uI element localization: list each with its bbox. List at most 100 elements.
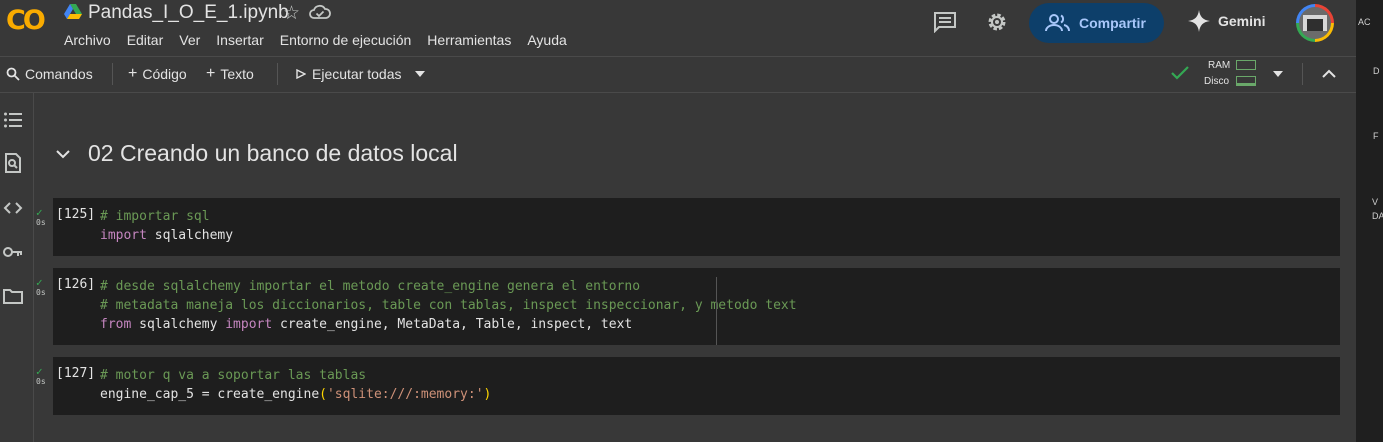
caret-down-icon [415, 71, 425, 77]
code-snippets-icon[interactable] [3, 198, 23, 218]
section-heading: 02 Creando un banco de datos local [56, 140, 458, 167]
toolbar-divider [1302, 63, 1303, 85]
folder-icon[interactable] [3, 286, 23, 306]
caret-down-icon [1273, 71, 1283, 77]
menu-ayuda[interactable]: Ayuda [527, 32, 566, 48]
code-token: import [100, 228, 147, 243]
code-token: from [100, 317, 132, 332]
menu-editar[interactable]: Editar [127, 32, 164, 48]
clipped-text: V [1372, 197, 1379, 207]
clipped-text: D [1373, 66, 1380, 76]
cell-success-icon: ✓ [36, 276, 43, 289]
collapse-toolbar-button[interactable] [1322, 56, 1336, 92]
code-token: # desde sqlalchemy importar el metodo cr… [100, 279, 641, 294]
add-text-button[interactable]: + Texto [206, 56, 254, 92]
ram-usage-bar[interactable] [1236, 60, 1256, 70]
code-line[interactable]: # motor q va a soportar las tablas [100, 366, 491, 385]
code-token: sqlalchemy [131, 317, 226, 332]
clipped-text: AC [1358, 17, 1371, 27]
cloud-saved-icon[interactable] [309, 3, 331, 21]
cell-prompt: [125] [56, 207, 96, 222]
plus-icon: + [128, 65, 138, 82]
commands-label: Comandos [25, 66, 93, 82]
table-of-contents-icon[interactable] [3, 110, 23, 130]
run-all-label: Ejecutar todas [312, 66, 402, 82]
cell-prompt: [127] [56, 366, 96, 381]
run-all-button[interactable]: Ejecutar todas [296, 56, 402, 92]
ram-label: RAM [1208, 60, 1231, 71]
cell-exec-time: 0s [36, 288, 46, 297]
chevron-down-icon[interactable] [56, 149, 70, 159]
code-token: import [225, 317, 273, 332]
cell-run-status[interactable]: ✓ 0s [36, 365, 46, 387]
resources-dropdown[interactable] [1272, 56, 1284, 92]
code-cell[interactable]: [125] # importar sql import sqlalchemy [53, 198, 1340, 256]
side-panel-clipped: AC D F V DA [1356, 0, 1383, 442]
share-label: Compartir [1079, 15, 1146, 31]
avatar-image [1299, 7, 1331, 39]
menu-entorno[interactable]: Entorno de ejecución [280, 32, 412, 48]
avatar[interactable] [1296, 4, 1334, 42]
gemini-label: Gemini [1218, 13, 1266, 29]
cell-code[interactable]: # motor q va a soportar las tablas engine… [100, 366, 491, 404]
people-icon [1045, 14, 1071, 32]
cell-prompt: [126] [56, 277, 96, 292]
toolbar-divider [112, 63, 113, 85]
google-drive-icon [64, 4, 82, 19]
disk-usage-bar[interactable] [1236, 76, 1256, 86]
clipped-text: DA [1372, 211, 1383, 221]
add-code-button[interactable]: + Código [128, 56, 187, 92]
code-token: # importar sql [100, 209, 210, 224]
cell-exec-time: 0s [36, 218, 46, 227]
code-token: sqlalchemy [146, 228, 234, 243]
menu-archivo[interactable]: Archivo [64, 32, 111, 48]
code-token: ) [483, 387, 492, 402]
code-cell[interactable]: [126] # desde sqlalchemy importar el met… [53, 268, 1340, 345]
find-replace-icon[interactable] [3, 153, 23, 173]
comment-icon[interactable] [933, 11, 957, 33]
code-line[interactable]: # desde sqlalchemy importar el metodo cr… [100, 277, 797, 296]
gemini-sparkle-icon [1188, 10, 1210, 32]
code-line[interactable]: from sqlalchemy import create_engine, Me… [100, 315, 797, 334]
share-button[interactable]: Compartir [1029, 3, 1164, 43]
menu-herramientas[interactable]: Herramientas [427, 32, 511, 48]
cell-exec-time: 0s [36, 377, 46, 386]
toolbar-divider [277, 63, 278, 85]
commands-button[interactable]: Comandos [6, 56, 93, 92]
code-token: 'sqlite:///:memory:' [326, 387, 484, 402]
ruler-line [716, 277, 717, 345]
chevron-up-icon [1322, 69, 1336, 78]
code-token: # metadata maneja los diccionarios, tabl… [100, 298, 797, 313]
code-line[interactable]: import sqlalchemy [100, 226, 233, 245]
code-cell[interactable]: [127] # motor q va a soportar las tablas… [53, 357, 1340, 415]
code-line[interactable]: engine_cap_5 = create_engine('sqlite:///… [100, 385, 491, 404]
star-icon[interactable]: ☆ [283, 2, 300, 25]
code-line[interactable]: # importar sql [100, 207, 233, 226]
menu-insertar[interactable]: Insertar [216, 32, 263, 48]
cell-code[interactable]: # importar sql import sqlalchemy [100, 207, 233, 245]
colab-logo[interactable]: CO [6, 6, 48, 36]
code-token: ( [319, 387, 327, 402]
connected-check-icon[interactable] [1170, 65, 1190, 81]
gemini-button[interactable]: Gemini [1188, 10, 1265, 32]
left-sidebar [0, 92, 34, 442]
play-icon [296, 69, 306, 79]
code-token: engine_cap_5 = create_engine [100, 387, 320, 402]
cell-success-icon: ✓ [36, 365, 43, 378]
cell-success-icon: ✓ [36, 206, 43, 219]
add-text-label: Texto [220, 66, 254, 82]
notebook-title[interactable]: Pandas_I_O_E_1.ipynb [88, 2, 289, 24]
key-icon[interactable] [3, 242, 23, 262]
notebook-toolbar: Comandos + Código + Texto Ejecutar todas [0, 56, 1356, 93]
code-line[interactable]: # metadata maneja los diccionarios, tabl… [100, 296, 797, 315]
cell-code[interactable]: # desde sqlalchemy importar el metodo cr… [100, 277, 797, 334]
menu-bar: Archivo Editar Ver Insertar Entorno de e… [64, 32, 567, 48]
section-title: 02 Creando un banco de datos local [88, 140, 458, 166]
cell-run-status[interactable]: ✓ 0s [36, 276, 46, 298]
cell-run-status[interactable]: ✓ 0s [36, 206, 46, 228]
avatar-shape-inner [1307, 19, 1323, 31]
run-options-dropdown[interactable] [414, 56, 426, 92]
gear-icon[interactable] [985, 10, 1009, 34]
menu-ver[interactable]: Ver [179, 32, 200, 48]
code-token: create_engine, MetaData, Table, inspect,… [272, 317, 633, 332]
